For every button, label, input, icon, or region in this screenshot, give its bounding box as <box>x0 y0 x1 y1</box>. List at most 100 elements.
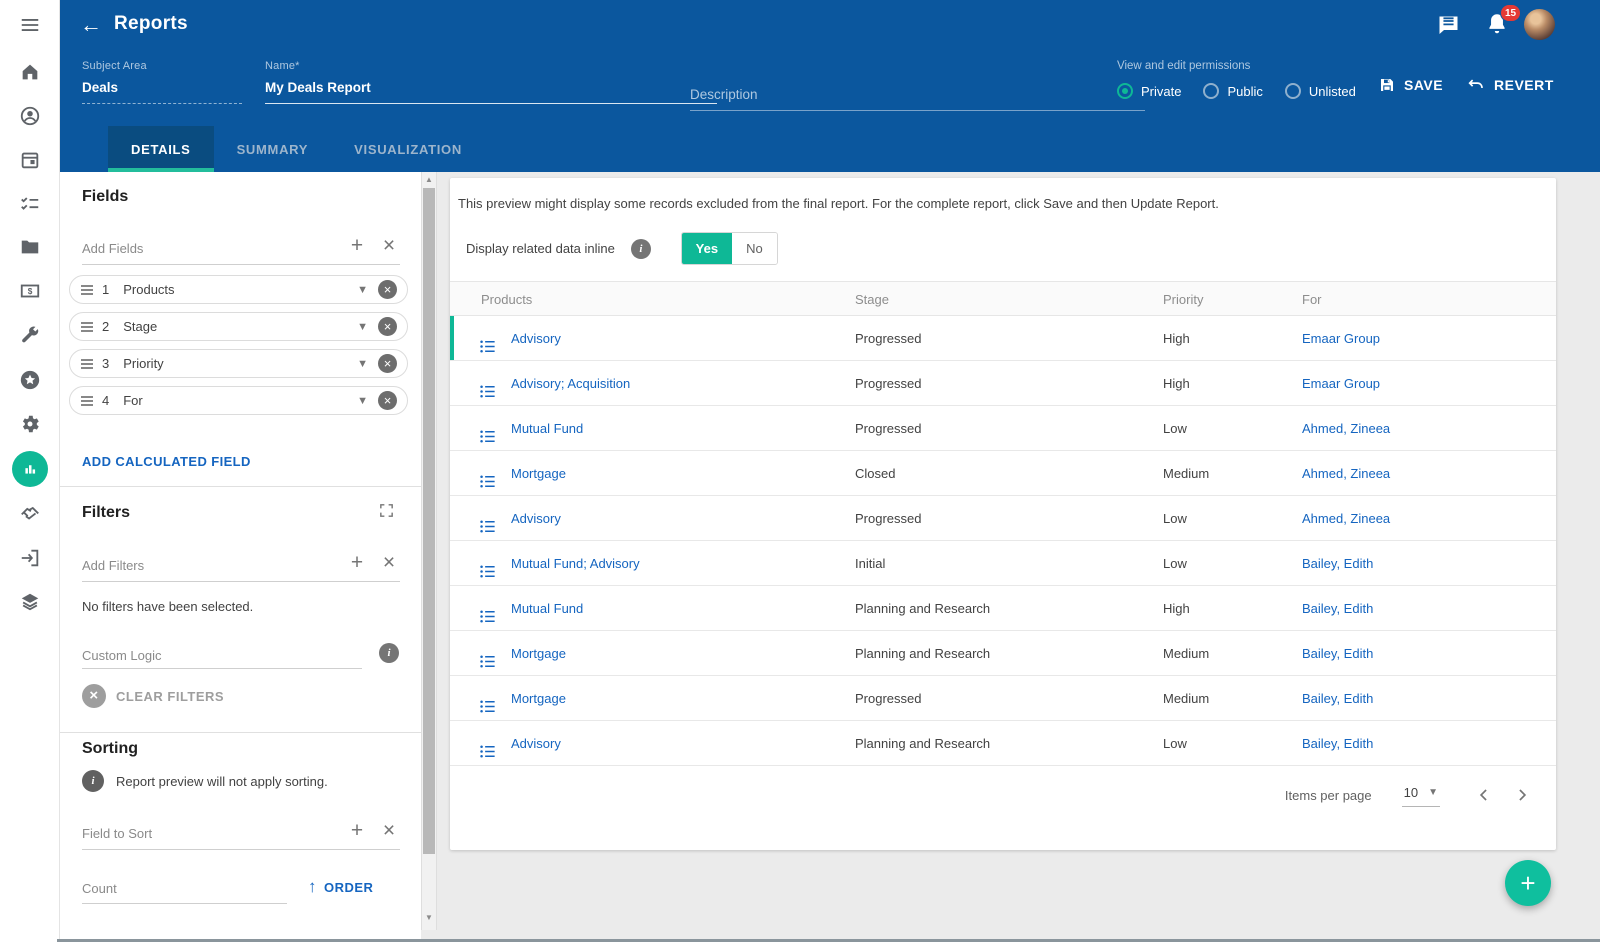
for-link[interactable]: Bailey, Edith <box>1302 541 1373 586</box>
remove-field-icon[interactable]: × <box>378 280 397 299</box>
products-link[interactable]: Advisory; Acquisition <box>511 361 630 406</box>
save-button[interactable]: SAVE <box>1378 76 1443 94</box>
custom-logic-info-icon[interactable]: i <box>379 643 399 663</box>
for-link[interactable]: Bailey, Edith <box>1302 676 1373 721</box>
home-icon[interactable] <box>10 52 50 92</box>
table-row[interactable]: Mutual Fund Planning and Research High B… <box>450 586 1556 631</box>
handshake-icon[interactable] <box>10 493 50 533</box>
custom-logic-input[interactable]: Custom Logic <box>82 648 161 663</box>
field-chip[interactable]: 3 Priority ▼ × <box>69 349 408 378</box>
previous-page-button[interactable] <box>1474 785 1494 805</box>
tasks-icon[interactable] <box>10 184 50 224</box>
remove-field-icon[interactable]: × <box>378 317 397 336</box>
table-row[interactable]: Mutual Fund Progressed Low Ahmed, Zineea <box>450 406 1556 451</box>
table-row[interactable]: Mortgage Planning and Research Medium Ba… <box>450 631 1556 676</box>
add-field-plus-icon[interactable]: + <box>344 233 370 259</box>
folder-icon[interactable] <box>10 227 50 267</box>
chevron-down-icon[interactable]: ▼ <box>357 358 368 370</box>
add-record-fab[interactable]: + <box>1505 860 1551 906</box>
report-name-field[interactable]: Name* My Deals Report <box>265 60 717 104</box>
add-fields-input[interactable]: Add Fields <box>82 241 143 256</box>
tab-details[interactable]: DETAILS <box>108 126 214 172</box>
person-icon[interactable] <box>10 96 50 136</box>
table-row[interactable]: Advisory Progressed High Emaar Group <box>450 316 1556 361</box>
back-arrow-icon[interactable]: ← <box>76 10 106 40</box>
user-avatar[interactable] <box>1524 9 1555 40</box>
items-per-page-select[interactable]: 10 ▼ <box>1402 783 1440 807</box>
products-link[interactable]: Mutual Fund <box>511 406 583 451</box>
revert-button[interactable]: REVERT <box>1466 76 1554 94</box>
chevron-down-icon[interactable]: ▼ <box>357 321 368 333</box>
products-link[interactable]: Mutual Fund; Advisory <box>511 541 640 586</box>
table-row[interactable]: Advisory Progressed Low Ahmed, Zineea <box>450 496 1556 541</box>
tab-summary[interactable]: SUMMARY <box>214 126 332 172</box>
layers-icon[interactable] <box>10 582 50 622</box>
products-link[interactable]: Advisory <box>511 721 561 766</box>
drag-handle-icon[interactable] <box>80 321 94 333</box>
permission-radio-option[interactable]: Private <box>1117 83 1181 99</box>
add-calculated-field-button[interactable]: ADD CALCULATED FIELD <box>82 454 251 469</box>
add-filter-plus-icon[interactable]: + <box>344 550 370 576</box>
description-field[interactable]: Description <box>690 60 1145 111</box>
products-link[interactable]: Mortgage <box>511 631 566 676</box>
next-page-button[interactable] <box>1512 785 1532 805</box>
for-link[interactable]: Bailey, Edith <box>1302 586 1373 631</box>
for-link[interactable]: Emaar Group <box>1302 361 1380 406</box>
wrench-icon[interactable] <box>10 316 50 356</box>
count-input[interactable]: Count <box>82 881 117 896</box>
for-link[interactable]: Bailey, Edith <box>1302 631 1373 676</box>
scrollbar-thumb[interactable] <box>423 188 435 854</box>
for-link[interactable]: Bailey, Edith <box>1302 721 1373 766</box>
for-link[interactable]: Ahmed, Zineea <box>1302 451 1390 496</box>
field-to-sort-input[interactable]: Field to Sort <box>82 826 152 841</box>
list-bulleted-icon[interactable] <box>478 734 497 779</box>
drag-handle-icon[interactable] <box>80 358 94 370</box>
products-link[interactable]: Mutual Fund <box>511 586 583 631</box>
clear-field-x-icon[interactable]: × <box>376 233 402 259</box>
field-chip[interactable]: 4 For ▼ × <box>69 386 408 415</box>
remove-field-icon[interactable]: × <box>378 391 397 410</box>
scroll-down-icon[interactable]: ▼ <box>422 913 436 922</box>
reports-bar-chart-icon[interactable] <box>10 449 50 489</box>
table-row[interactable]: Advisory; Acquisition Progressed High Em… <box>450 361 1556 406</box>
table-row[interactable]: Advisory Planning and Research Low Baile… <box>450 721 1556 766</box>
toggle-yes-button[interactable]: Yes <box>682 233 732 264</box>
subject-area-field[interactable]: Subject Area Deals <box>82 60 242 104</box>
panel-scrollbar[interactable]: ▲ ▼ <box>421 172 437 930</box>
toggle-no-button[interactable]: No <box>732 233 777 264</box>
remove-field-icon[interactable]: × <box>378 354 397 373</box>
expand-filters-icon[interactable] <box>378 502 395 524</box>
field-chip[interactable]: 1 Products ▼ × <box>69 275 408 304</box>
products-link[interactable]: Advisory <box>511 496 561 541</box>
chat-icon[interactable] <box>1435 12 1462 44</box>
table-row[interactable]: Mutual Fund; Advisory Initial Low Bailey… <box>450 541 1556 586</box>
for-link[interactable]: Emaar Group <box>1302 316 1380 361</box>
for-link[interactable]: Ahmed, Zineea <box>1302 406 1390 451</box>
money-icon[interactable]: $ <box>10 271 50 311</box>
field-chip[interactable]: 2 Stage ▼ × <box>69 312 408 341</box>
products-link[interactable]: Mortgage <box>511 676 566 721</box>
add-filters-input[interactable]: Add Filters <box>82 558 144 573</box>
order-button[interactable]: ↑ ORDER <box>308 877 373 897</box>
toggle-info-icon[interactable]: i <box>631 239 651 259</box>
permission-radio-option[interactable]: Unlisted <box>1285 83 1356 99</box>
star-circle-icon[interactable] <box>10 360 50 400</box>
add-sort-plus-icon[interactable]: + <box>344 818 370 844</box>
chevron-down-icon[interactable]: ▼ <box>357 395 368 407</box>
for-link[interactable]: Ahmed, Zineea <box>1302 496 1390 541</box>
clear-filters-button[interactable]: × CLEAR FILTERS <box>82 684 224 708</box>
clear-filter-x-icon[interactable]: × <box>376 550 402 576</box>
table-row[interactable]: Mortgage Closed Medium Ahmed, Zineea <box>450 451 1556 496</box>
table-row[interactable]: Mortgage Progressed Medium Bailey, Edith <box>450 676 1556 721</box>
gear-icon[interactable] <box>10 404 50 444</box>
products-link[interactable]: Advisory <box>511 316 561 361</box>
menu-icon[interactable] <box>10 5 50 45</box>
permission-radio-option[interactable]: Public <box>1203 83 1262 99</box>
clear-sort-x-icon[interactable]: × <box>376 818 402 844</box>
scroll-up-icon[interactable]: ▲ <box>422 175 436 184</box>
drag-handle-icon[interactable] <box>80 284 94 296</box>
chevron-down-icon[interactable]: ▼ <box>357 284 368 296</box>
drag-handle-icon[interactable] <box>80 395 94 407</box>
products-link[interactable]: Mortgage <box>511 451 566 496</box>
tab-visualization[interactable]: VISUALIZATION <box>331 126 485 172</box>
